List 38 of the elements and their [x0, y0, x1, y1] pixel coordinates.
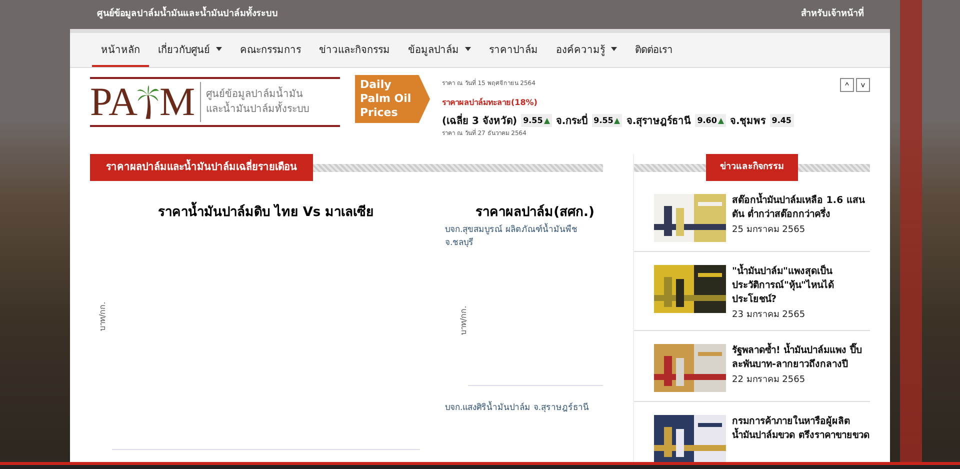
news-title[interactable]: "น้ำมันปาล์ม"แพงสุดเป็นประวัติการณ์"หุ้น"ไหนได้ประโยชน์? [732, 265, 870, 307]
site-name[interactable]: ศูนย์ข้อมูลปาล์มน้ำมันและน้ำมันปาล์มทั้งระบบ [97, 6, 278, 20]
nav-tab[interactable]: คณะกรรมการ [231, 33, 310, 67]
nav-tab[interactable]: องค์ความรู้ [547, 33, 626, 67]
nav-tab[interactable]: ติดต่อเรา [626, 33, 682, 67]
nav-tab[interactable]: หน้าหลัก [92, 33, 149, 67]
price-value: 9.60 [697, 116, 717, 125]
axis-label: บาท/กก. [458, 306, 469, 335]
staff-link[interactable]: สำหรับเจ้าหน้าที่ [801, 6, 864, 20]
region-label: จ.สุราษฎร์ธานี [626, 114, 692, 128]
region-label: จ.ชุมพร [730, 115, 766, 128]
company-link[interactable]: บจก.สุขสมบูรณ์ ผลิตภัณฑ์น้ำมันพืช จ.ชลบุรี [445, 224, 603, 250]
news-title[interactable]: รัฐพลาดซ้ำ! น้ำมันปาล์มแพง ปี๊บละพันบาท-ลากยาวถึงกลางปี [732, 344, 870, 372]
price-title: ราคาผลปาล์มทะลาย(18%) [442, 96, 538, 109]
news-date: 23 มกราคม 2565 [732, 309, 806, 321]
news-title[interactable]: สต๊อกน้ำมันปาล์มเหลือ 1.6 แสนตัน ต่ำกว่าสต๊อกกว่าครึ่ง [732, 194, 870, 222]
news-date: 25 มกราคม 2565 [732, 224, 806, 236]
price-value: 9.55 [523, 116, 543, 125]
axis-label: บาท/กก. [97, 302, 108, 331]
region-label: (เฉลี่ย 3 จังหวัด) [442, 113, 518, 128]
nav-tab[interactable]: ราคาปาล์ม [480, 33, 547, 67]
chart-title: ราคาผลปาล์ม(สศก.) [474, 203, 596, 221]
section-heading: ข่าวและกิจกรรม [706, 154, 798, 181]
nav-tab[interactable]: ข้อมูลปาล์ม [399, 33, 480, 67]
news-date: 22 มกราคม 2565 [732, 374, 806, 386]
company-link[interactable]: บจก.แสงศิริน้ำมันปาล์ม จ.สุราษฎร์ธานี [445, 402, 603, 415]
scroll-button[interactable]: ^ [840, 78, 854, 92]
logo[interactable]: PA M ศูนย์ข้อมูลปาล์มน้ำมัน และน้ำมันปาล์มทั้งระบบ [90, 77, 340, 127]
price-value: 9.55 [594, 116, 614, 125]
daily-prices-badge: Daily Palm Oil Prices [355, 75, 430, 123]
price-value: 9.45 [772, 116, 792, 125]
scroll-button[interactable]: ˅ [856, 78, 870, 92]
chart-title: ราคาน้ำมันปาล์มดิบ ไทย Vs มาเลเซีย [90, 201, 420, 221]
news-title[interactable]: กรมการค้าภายในหารือผู้ผลิตน้ำมันปาล์มขวด ตรึงราคาขายขวด [732, 415, 870, 443]
section-heading: ราคาผลปาล์มและน้ำมันปาล์มเฉลี่ยรายเดือน [90, 154, 313, 181]
region-label: จ.กระบี่ [556, 113, 588, 128]
nav-tab[interactable]: ข่าวและกิจกรรม [310, 33, 399, 67]
nav-tab[interactable]: เกี่ยวกับศูนย์ [149, 33, 231, 67]
